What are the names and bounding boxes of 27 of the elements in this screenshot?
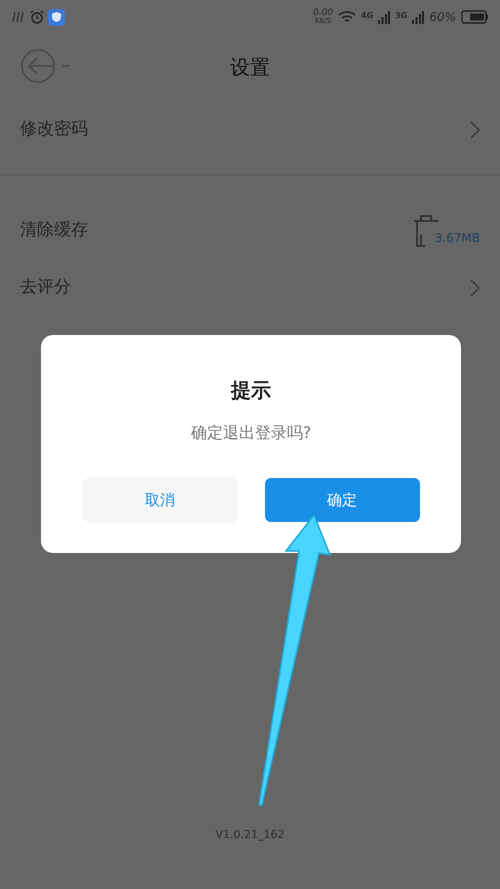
version-text: V1.0.21_162 — [215, 827, 284, 843]
settings-row[interactable]: 修改密码 — [0, 100, 500, 160]
settings-row[interactable]: 去评分 — [0, 259, 500, 316]
wifi-icon — [338, 10, 356, 24]
chevron-right-icon — [470, 278, 480, 296]
chevron-right-icon — [470, 121, 480, 139]
battery-percent: 60% — [429, 9, 456, 26]
settings-label: 去评分 — [20, 276, 71, 299]
settings-label: 清除缓存 — [20, 218, 88, 242]
cache-size: 3.67MB — [434, 230, 480, 246]
shield-app-icon — [48, 8, 65, 26]
page-title: 设置 — [230, 54, 270, 81]
speed-value: 0.00 — [313, 9, 334, 18]
back-button[interactable] — [20, 48, 72, 84]
dialog-message: 确定退出登录吗? — [190, 422, 312, 444]
cancel-button[interactable]: 取消 — [82, 478, 238, 522]
dialog-title: 提示 — [231, 377, 271, 404]
signal-icon — [12, 11, 26, 23]
battery-icon — [461, 10, 488, 24]
network-type: 3G — [395, 10, 408, 22]
settings-row[interactable]: 清除缓存 3.67MB — [0, 202, 500, 259]
settings-label: 修改密码 — [20, 118, 88, 142]
confirm-button[interactable]: 确定 — [264, 478, 420, 522]
cell-signal-icon — [412, 10, 424, 24]
network-type: 4G — [361, 10, 374, 22]
alarm-clock-icon — [30, 10, 44, 24]
cell-signal-icon — [378, 10, 390, 24]
